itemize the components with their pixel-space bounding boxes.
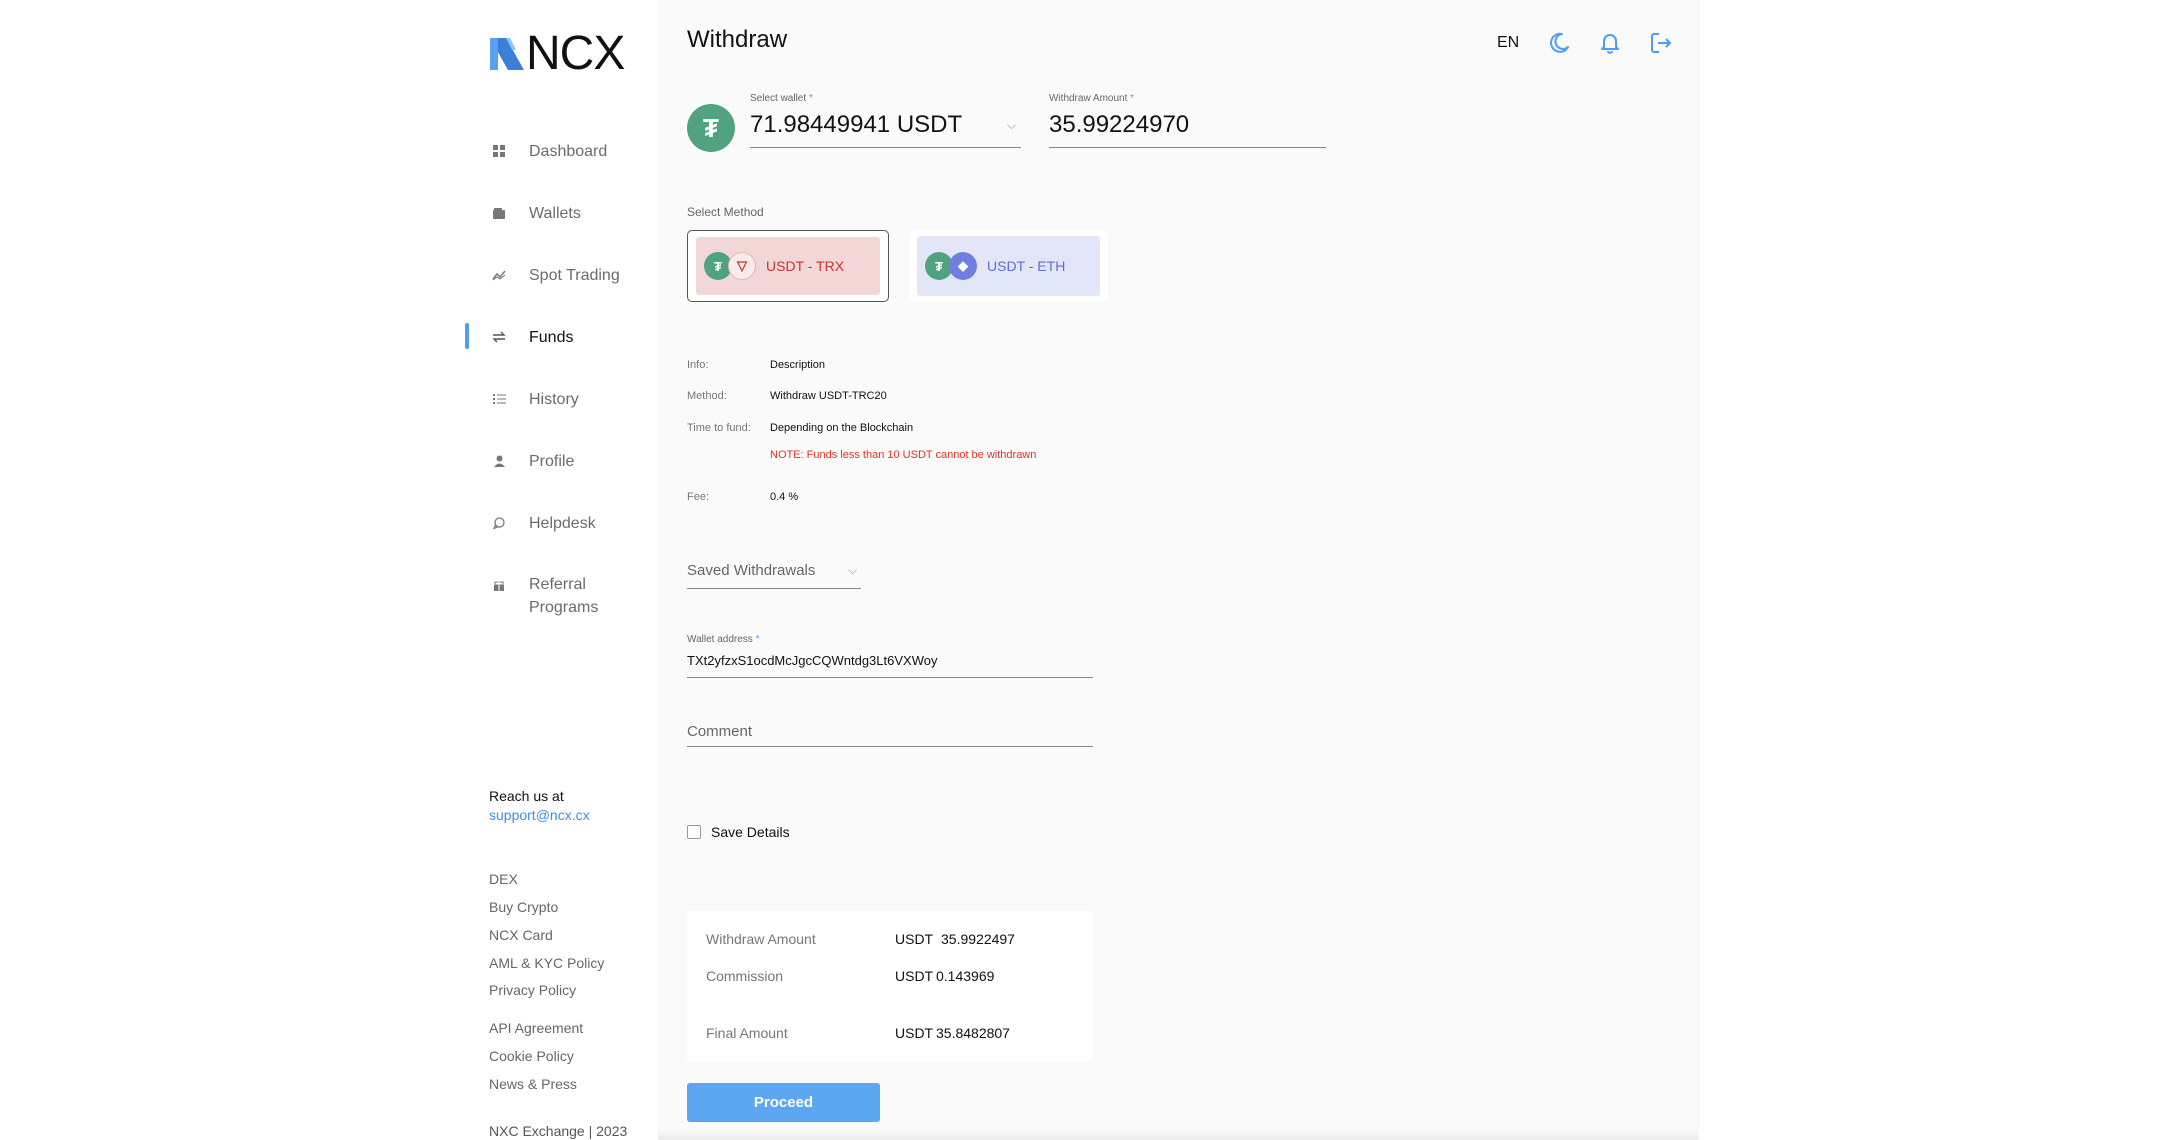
method-usdt-trx[interactable]: ₮ ▽ USDT - TRX: [687, 230, 889, 302]
copyright: NXC Exchange | 2023: [489, 1123, 628, 1139]
notifications-button[interactable]: [1597, 30, 1623, 56]
sidebar-item-history[interactable]: History: [465, 382, 657, 416]
proceed-button[interactable]: Proceed: [687, 1083, 880, 1122]
chat-icon: [491, 515, 507, 531]
summary-final-amount-value: 35.8482807: [936, 1025, 1010, 1041]
time-to-fund-key: Time to fund:: [687, 422, 751, 434]
wallet-select-underline: [750, 147, 1021, 148]
method-usdt-eth[interactable]: ₮ ◆ USDT - ETH: [909, 230, 1108, 302]
method-label: USDT - ETH: [987, 258, 1066, 274]
wallet-select[interactable]: 71.98449941 USDT: [750, 111, 962, 139]
summary-withdraw-amount-value: 35.9922497: [941, 931, 1015, 947]
sidebar-item-label: Dashboard: [529, 142, 608, 160]
withdraw-note: NOTE: Funds less than 10 USDT cannot be …: [770, 449, 1037, 461]
tron-icon: ▽: [728, 252, 756, 280]
dashboard-icon: [491, 143, 507, 159]
save-details-checkbox[interactable]: [687, 825, 701, 839]
logout-icon: [1651, 33, 1671, 53]
moon-icon: [1550, 32, 1569, 53]
footer-link-cookie-policy[interactable]: Cookie Policy: [489, 1048, 574, 1064]
sidebar-item-wallets[interactable]: Wallets: [465, 196, 657, 230]
withdraw-summary: Withdraw Amount USDT 35.9922497 Commissi…: [687, 911, 1093, 1062]
summary-final-amount-label: Final Amount: [706, 1025, 788, 1041]
footer-link-dex[interactable]: DEX: [489, 871, 518, 887]
info-value: Description: [770, 359, 826, 371]
sidebar-item-funds[interactable]: Funds: [465, 320, 657, 354]
sidebar-item-label: Helpdesk: [529, 514, 596, 532]
method-label: USDT - TRX: [766, 258, 845, 274]
summary-commission-value: 0.143969: [936, 968, 995, 984]
footer-link-news-press[interactable]: News & Press: [489, 1076, 577, 1092]
select-method-label: Select Method: [687, 205, 764, 219]
summary-currency: USDT: [895, 1025, 934, 1041]
sidebar-item-helpdesk[interactable]: Helpdesk: [465, 506, 657, 540]
chevron-down-icon[interactable]: ⌵: [848, 563, 857, 578]
page-title: Withdraw: [687, 26, 788, 53]
wallet-address-input[interactable]: TXt2yfzxS1ocdMcJgcCQWntdg3Lt6VXWoy: [687, 653, 937, 668]
save-details-label[interactable]: Save Details: [711, 824, 790, 840]
fee-value: 0.4 %: [770, 491, 799, 503]
ncx-logo-icon: [490, 38, 524, 70]
user-icon: [491, 453, 507, 469]
sidebar-item-spot-trading[interactable]: Spot Trading: [465, 258, 657, 292]
list-icon: [491, 391, 507, 407]
withdraw-amount-underline: [1049, 147, 1326, 148]
sidebar-item-label: History: [529, 390, 579, 408]
sidebar-item-profile[interactable]: Profile: [465, 444, 657, 478]
fee-key: Fee:: [687, 491, 710, 503]
summary-currency: USDT: [895, 931, 934, 947]
logout-button[interactable]: [1648, 30, 1674, 56]
info-key: Info:: [687, 359, 709, 371]
support-email-link[interactable]: support@ncx.cx: [489, 807, 590, 823]
sidebar-item-label: Wallets: [529, 204, 581, 222]
sidebar-item-label: Referral Programs: [529, 576, 599, 616]
ethereum-icon: ◆: [949, 252, 977, 280]
method-value: Withdraw USDT-TRC20: [770, 390, 887, 402]
footer-link-api-agreement[interactable]: API Agreement: [489, 1020, 583, 1036]
bell-icon: [1601, 34, 1619, 54]
saved-withdrawals-underline: [687, 588, 861, 589]
wallet-address-underline: [687, 677, 1093, 678]
sidebar-item-label: Funds: [529, 328, 574, 346]
wallet-address-label: Wallet address *: [687, 634, 760, 645]
transfer-icon: [491, 329, 507, 345]
chevron-down-icon[interactable]: ⌵: [1007, 118, 1016, 133]
footer-link-ncx-card[interactable]: NCX Card: [489, 927, 553, 943]
summary-currency: USDT: [895, 968, 934, 984]
comment-underline: [687, 746, 1093, 747]
footer-link-aml-kyc[interactable]: AML & KYC Policy: [489, 955, 604, 971]
time-to-fund-value: Depending on the Blockchain: [770, 422, 914, 434]
withdraw-amount-label: Withdraw Amount *: [1049, 93, 1135, 104]
select-wallet-label: Select wallet *: [750, 93, 813, 104]
footer-link-buy-crypto[interactable]: Buy Crypto: [489, 899, 558, 915]
withdraw-amount-input[interactable]: 35.99224970: [1049, 111, 1189, 139]
sidebar-item-dashboard[interactable]: Dashboard: [465, 134, 657, 168]
wallet-icon: [491, 205, 507, 221]
tether-coin-icon: ₮: [687, 104, 735, 152]
comment-input[interactable]: Comment: [687, 723, 752, 740]
bottom-shadow: [658, 1128, 1698, 1140]
reach-us-label: Reach us at: [489, 788, 564, 804]
sidebar-item-label: Profile: [529, 452, 575, 470]
trading-icon: [491, 267, 507, 283]
footer-link-privacy-policy[interactable]: Privacy Policy: [489, 982, 576, 998]
logo-text: NCX: [526, 27, 625, 80]
sidebar-item-label: Spot Trading: [529, 266, 620, 284]
sidebar-item-referral-programs[interactable]: Referral Programs: [465, 568, 657, 616]
language-selector[interactable]: EN: [1497, 34, 1519, 52]
method-key: Method:: [687, 390, 727, 402]
summary-commission-label: Commission: [706, 968, 784, 984]
saved-withdrawals-select[interactable]: Saved Withdrawals: [687, 562, 815, 579]
dark-mode-toggle[interactable]: [1546, 30, 1572, 56]
logo[interactable]: NCX: [490, 27, 625, 80]
referral-icon: [491, 578, 507, 594]
summary-withdraw-amount-label: Withdraw Amount: [706, 931, 816, 947]
